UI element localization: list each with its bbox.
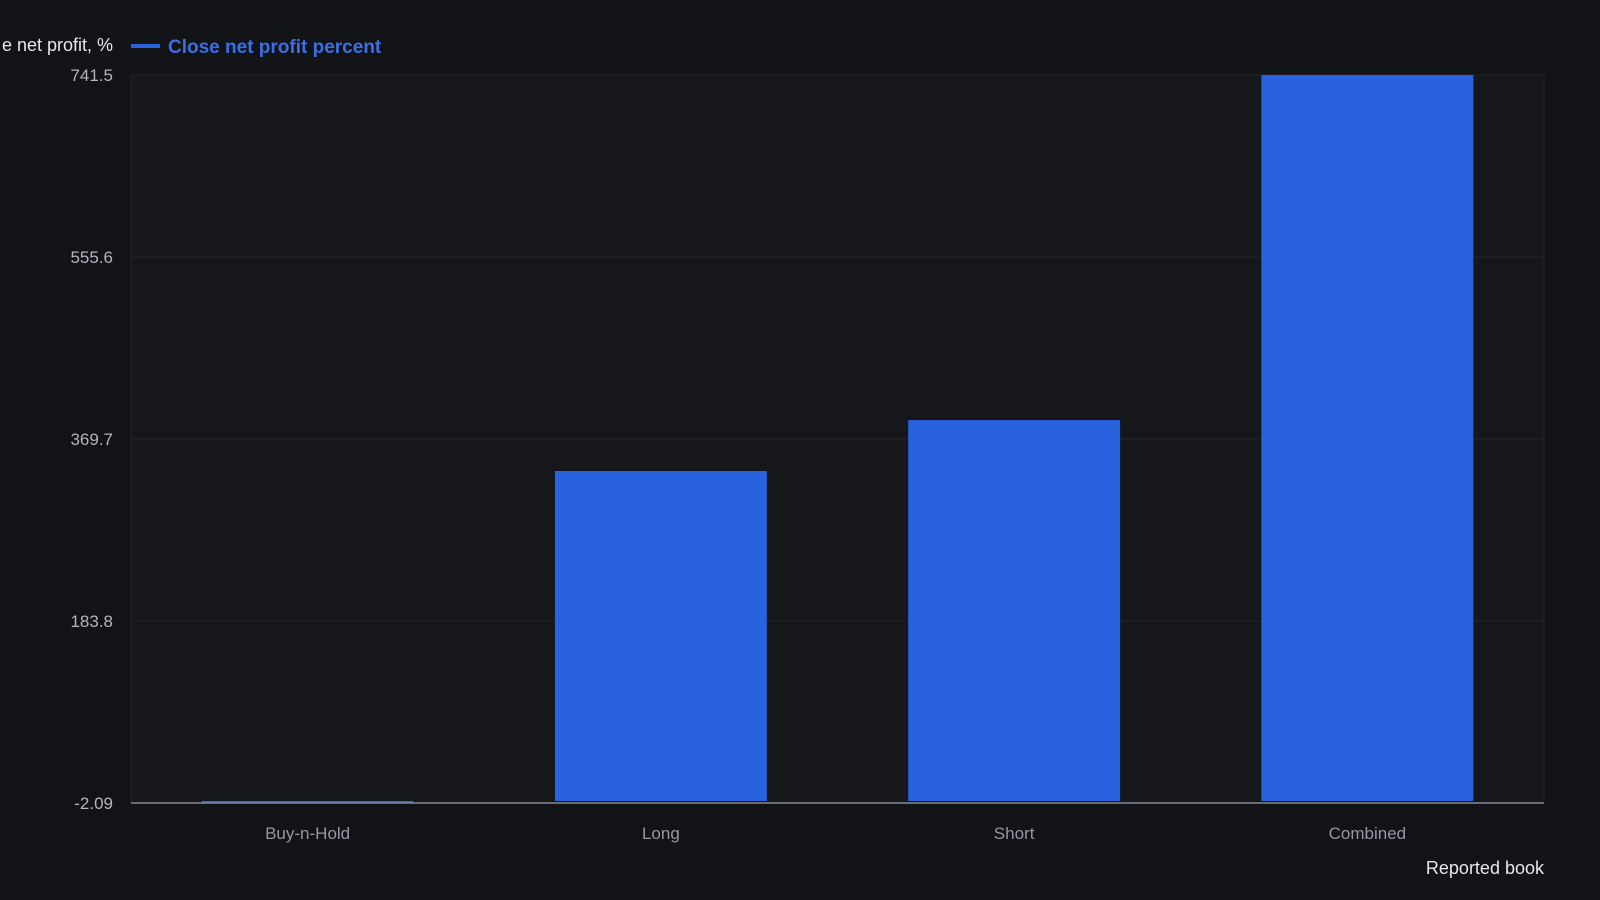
bar-short[interactable] — [908, 420, 1121, 801]
y-tick-label: 183.8 — [70, 612, 113, 631]
y-tick-label: 741.5 — [70, 66, 113, 85]
legend-label[interactable]: Close net profit percent — [168, 37, 382, 58]
y-axis-label: e net profit, % — [2, 35, 113, 55]
y-tick-label: 555.6 — [70, 248, 113, 267]
x-axis-ticks: Buy-n-Hold Long Short Combined — [265, 824, 1406, 843]
x-tick-label: Buy-n-Hold — [265, 824, 350, 843]
x-tick-label: Combined — [1329, 824, 1407, 843]
y-tick-label: 369.7 — [70, 430, 113, 449]
x-tick-label: Short — [994, 824, 1035, 843]
x-tick-label: Long — [642, 824, 680, 843]
bar-chart: 741.5 555.6 369.7 183.8 -2.09 Buy-n-Hold Long… — [2, 35, 1545, 878]
bar-combined[interactable] — [1261, 75, 1474, 801]
bar-long[interactable] — [554, 471, 767, 801]
y-tick-label: -2.09 — [74, 794, 113, 813]
footer-note: Reported book — [1426, 858, 1545, 878]
y-axis-ticks: 741.5 555.6 369.7 183.8 -2.09 — [70, 66, 113, 813]
